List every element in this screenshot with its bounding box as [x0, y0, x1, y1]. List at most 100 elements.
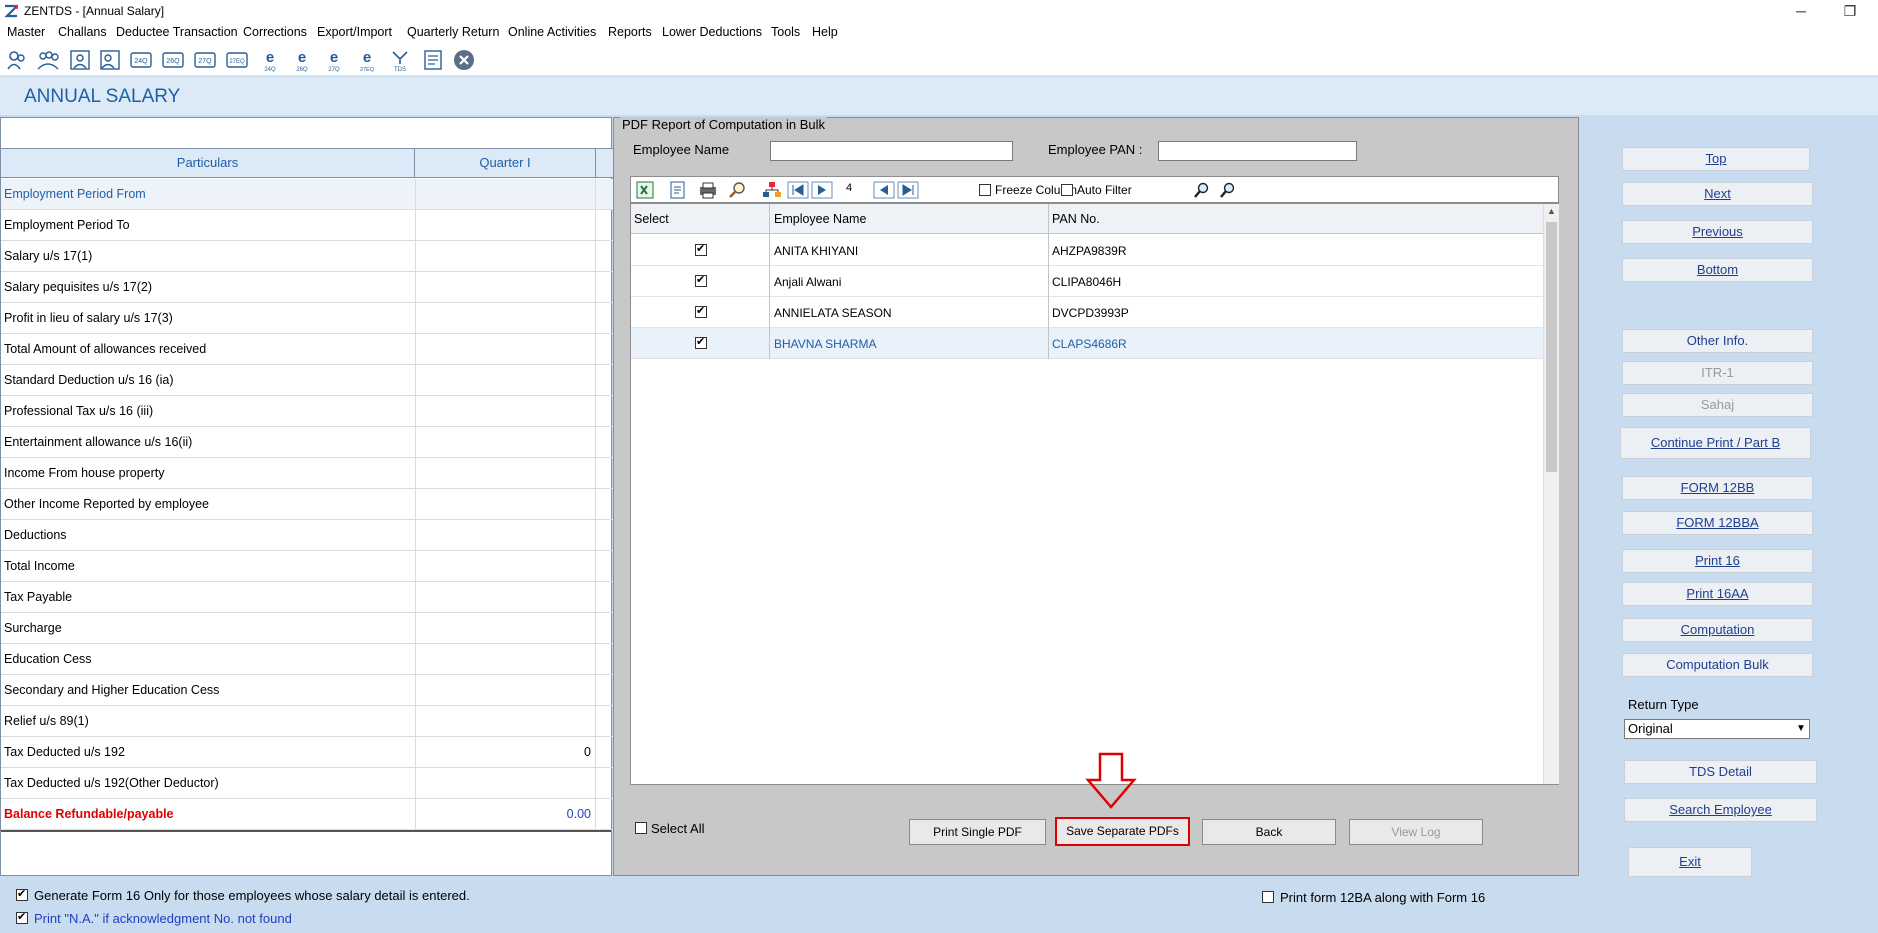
generate-form16-checkbox[interactable]	[16, 887, 28, 901]
table-row[interactable]: Employment Period From	[1, 179, 613, 210]
table-row[interactable]: Total Income	[1, 551, 613, 582]
row-select-checkbox[interactable]	[695, 335, 707, 349]
menu-deductee-transaction[interactable]: Deductee Transaction	[116, 25, 238, 39]
row-value[interactable]	[415, 582, 596, 612]
table-row[interactable]: ANNIELATA SEASON DVCPD3993P	[631, 297, 1543, 328]
table-row[interactable]: Secondary and Higher Education Cess	[1, 675, 613, 706]
menu-corrections[interactable]: Corrections	[243, 25, 307, 39]
minimize-button[interactable]: ─	[1786, 1, 1816, 21]
menu-challans[interactable]: Challans	[58, 25, 107, 39]
table-row[interactable]: Income From house property	[1, 458, 613, 489]
row-value[interactable]	[415, 272, 596, 302]
previous-button[interactable]: Previous	[1622, 220, 1813, 244]
table-row[interactable]: Standard Deduction u/s 16 (ia)	[1, 365, 613, 396]
first-record-icon[interactable]	[787, 181, 809, 199]
menu-export-import[interactable]: Export/Import	[317, 25, 392, 39]
menu-lower-deductions[interactable]: Lower Deductions	[662, 25, 762, 39]
table-row[interactable]: Profit in lieu of salary u/s 17(3)	[1, 303, 613, 334]
menu-online-activities[interactable]: Online Activities	[508, 25, 596, 39]
row-value[interactable]	[415, 458, 596, 488]
next-record-icon[interactable]	[811, 181, 833, 199]
computation-bulk-button[interactable]: Computation Bulk	[1622, 653, 1813, 677]
table-row[interactable]: Relief u/s 89(1)	[1, 706, 613, 737]
search-icon[interactable]	[1191, 181, 1213, 199]
save-separate-pdfs-button[interactable]: Save Separate PDFs	[1055, 817, 1190, 846]
grid-scrollbar[interactable]: ▲	[1543, 204, 1559, 784]
back-button[interactable]: Back	[1202, 819, 1336, 845]
top-button[interactable]: Top	[1622, 147, 1810, 171]
select-all-checkbox[interactable]	[635, 822, 647, 834]
menu-help[interactable]: Help	[812, 25, 838, 39]
menu-master[interactable]: Master	[7, 25, 45, 39]
auto-filter-checkbox[interactable]	[1061, 184, 1073, 196]
form-27eq-icon[interactable]: 27EQ	[225, 48, 249, 72]
chevron-down-icon[interactable]: ▼	[1793, 720, 1809, 738]
close-icon[interactable]	[452, 48, 476, 72]
pdf-export-icon[interactable]	[667, 181, 689, 199]
table-row[interactable]: Professional Tax u/s 16 (iii)	[1, 396, 613, 427]
row-value[interactable]	[415, 365, 596, 395]
menu-reports[interactable]: Reports	[608, 25, 652, 39]
print-16aa-button[interactable]: Print 16AA	[1622, 582, 1813, 606]
row-value[interactable]	[415, 706, 596, 736]
print-single-pdf-button[interactable]: Print Single PDF	[909, 819, 1046, 845]
print-12ba-checkbox[interactable]	[1262, 891, 1274, 903]
form-27q-icon[interactable]: 27Q	[193, 48, 217, 72]
table-row[interactable]: Deductions	[1, 520, 613, 551]
row-value[interactable]	[415, 179, 596, 209]
form-12bba-button[interactable]: FORM 12BBA	[1622, 511, 1813, 535]
row-value[interactable]	[415, 644, 596, 674]
scrollbar-thumb[interactable]	[1546, 222, 1557, 472]
print-icon[interactable]	[697, 181, 719, 199]
row-value[interactable]	[415, 551, 596, 581]
clear-search-icon[interactable]	[1217, 181, 1239, 199]
hierarchy-icon[interactable]	[761, 181, 783, 199]
sahaj-button[interactable]: Sahaj	[1622, 393, 1813, 417]
e-27q-icon[interactable]: e27Q	[322, 48, 346, 72]
row-select-checkbox[interactable]	[695, 273, 707, 287]
table-row[interactable]: Salary u/s 17(1)	[1, 241, 613, 272]
e-26q-icon[interactable]: e26Q	[290, 48, 314, 72]
table-row[interactable]: Education Cess	[1, 644, 613, 675]
row-select-checkbox[interactable]	[695, 304, 707, 318]
last-record-icon[interactable]	[897, 181, 919, 199]
row-value[interactable]: 0.00	[415, 799, 596, 829]
row-value[interactable]	[415, 489, 596, 519]
row-value[interactable]	[415, 613, 596, 643]
menu-quarterly-return[interactable]: Quarterly Return	[407, 25, 499, 39]
print-na-checkbox[interactable]	[16, 910, 28, 924]
row-value[interactable]	[415, 675, 596, 705]
bottom-button[interactable]: Bottom	[1622, 258, 1813, 282]
row-value[interactable]	[415, 303, 596, 333]
tds-detail-button[interactable]: TDS Detail	[1624, 760, 1817, 784]
table-row[interactable]: Salary pequisites u/s 17(2)	[1, 272, 613, 303]
employee-icon[interactable]	[68, 48, 92, 72]
computation-button[interactable]: Computation	[1622, 618, 1813, 642]
table-row[interactable]: Other Income Reported by employee	[1, 489, 613, 520]
freeze-column-checkbox[interactable]	[979, 184, 991, 196]
view-log-button[interactable]: View Log	[1349, 819, 1483, 845]
e-24q-icon[interactable]: e24Q	[258, 48, 282, 72]
employee-name-input[interactable]	[770, 141, 1013, 161]
form-24q-icon[interactable]: 24Q	[129, 48, 153, 72]
e-27eq-icon[interactable]: e27EQ	[355, 48, 379, 72]
return-type-select[interactable]: Original ▼	[1624, 719, 1810, 739]
employee-pan-input[interactable]	[1158, 141, 1357, 161]
row-value[interactable]	[415, 210, 596, 240]
excel-export-icon[interactable]	[635, 181, 657, 199]
table-row[interactable]: BHAVNA SHARMA CLAPS4686R	[631, 328, 1543, 359]
deductees-icon[interactable]	[36, 48, 60, 72]
table-row[interactable]: Balance Refundable/payable 0.00	[1, 799, 613, 830]
table-row[interactable]: Employment Period To	[1, 210, 613, 241]
scroll-up-icon[interactable]: ▲	[1547, 206, 1556, 216]
find-icon[interactable]	[727, 181, 749, 199]
table-row[interactable]: Tax Payable	[1, 582, 613, 613]
form-12bb-button[interactable]: FORM 12BB	[1622, 476, 1813, 500]
table-row[interactable]: Total Amount of allowances received	[1, 334, 613, 365]
form-26q-icon[interactable]: 26Q	[161, 48, 185, 72]
table-row[interactable]: Tax Deducted u/s 192 0	[1, 737, 613, 768]
other-info-button[interactable]: Other Info.	[1622, 329, 1813, 353]
row-value[interactable]: 0	[415, 737, 596, 767]
restore-button[interactable]: ❐	[1835, 1, 1865, 21]
row-select-checkbox[interactable]	[695, 242, 707, 256]
